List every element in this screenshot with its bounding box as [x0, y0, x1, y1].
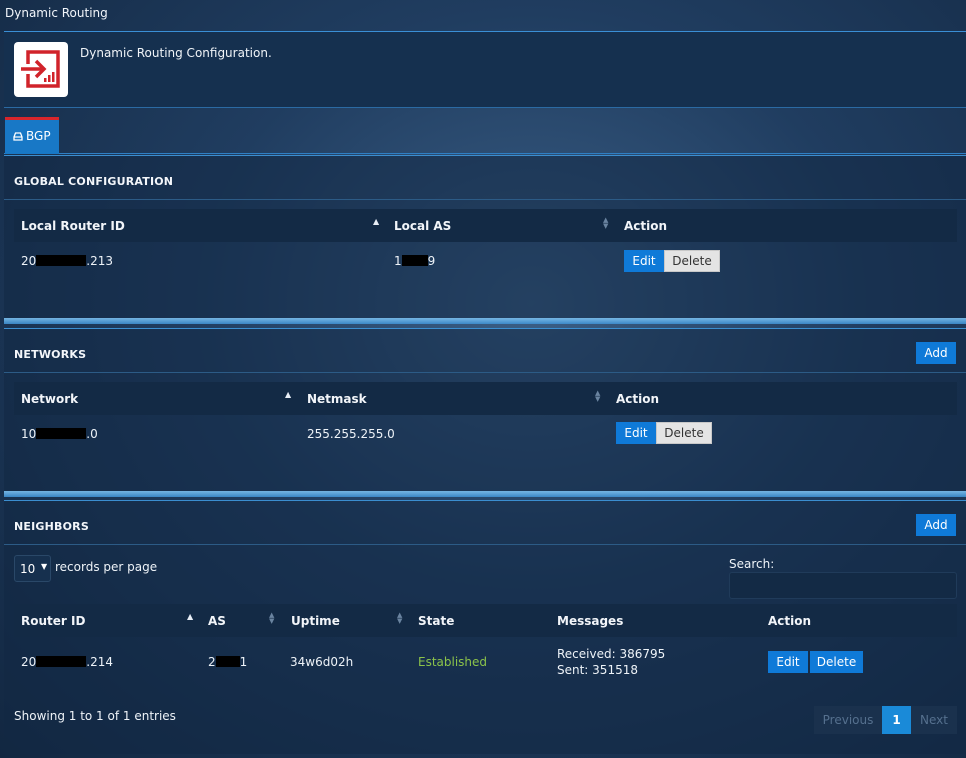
section-separator [4, 491, 966, 497]
router-id-prefix: 20 [21, 254, 37, 268]
page-size-value: 10 [20, 562, 36, 576]
global-configuration-title: GLOBAL CONFIGURATION [14, 175, 174, 188]
networks-title: NETWORKS [14, 348, 87, 361]
pagination-previous[interactable]: Previous [814, 706, 882, 734]
neighbors-add-button[interactable]: Add [916, 514, 956, 536]
col-network[interactable]: Network [21, 392, 78, 406]
neighbors-section: NEIGHBORS Add 10 ▼ records per page Sear… [4, 500, 966, 754]
redaction [215, 656, 240, 667]
col-uptime[interactable]: Uptime [291, 614, 340, 628]
network-prefix: 10 [21, 427, 37, 441]
sort-asc-icon[interactable]: ▲ [285, 390, 291, 399]
caret-down-icon: ▼ [41, 562, 48, 571]
redaction [36, 656, 87, 667]
tab-bar: BGP [4, 117, 966, 154]
col-action: Action [616, 392, 660, 406]
messages-sent: Sent: 351518 [557, 663, 638, 677]
sort-both-icon[interactable]: ▲ ▼ [603, 217, 608, 230]
neighbor-state-cell: Established [418, 655, 488, 669]
networks-section: NETWORKS Add Network ▲ Netmask ▲ ▼ Action… [4, 328, 966, 492]
col-action: Action [768, 614, 812, 628]
tab-bgp[interactable]: BGP [5, 117, 59, 154]
section-separator [4, 318, 966, 324]
col-state[interactable]: State [418, 614, 454, 628]
network-cell: 10.0 [21, 427, 98, 441]
col-action: Action [624, 219, 668, 233]
window-title: Dynamic Routing [5, 6, 108, 20]
network-suffix: .0 [86, 427, 98, 441]
neighbor-delete-button[interactable]: Delete [810, 651, 863, 673]
pagination-next[interactable]: Next [911, 706, 957, 734]
router-id-suffix: .213 [86, 254, 113, 268]
records-per-page-select[interactable]: 10 ▼ [14, 555, 51, 582]
neighbor-uptime-cell: 34w6d02h [290, 655, 354, 669]
neighbors-title: NEIGHBORS [14, 520, 89, 533]
as-suffix: 9 [427, 254, 436, 268]
sort-both-icon[interactable]: ▲ ▼ [595, 390, 600, 403]
neighbor-router-id-cell: 20 .214 [21, 655, 113, 669]
messages-received: Received: 386795 [557, 647, 666, 661]
redaction [401, 255, 428, 266]
redaction [36, 255, 87, 266]
tab-bgp-label: BGP [26, 129, 51, 143]
networks-add-button[interactable]: Add [916, 342, 956, 364]
global-table-header: Local Router ID ▲ Local AS ▲ ▼ Action [14, 209, 957, 242]
global-edit-button[interactable]: Edit [624, 250, 664, 272]
global-delete-button[interactable]: Delete [664, 250, 720, 272]
table-info: Showing 1 to 1 of 1 entries [14, 709, 176, 723]
networks-table-header: Network ▲ Netmask ▲ ▼ Action [14, 382, 957, 415]
netmask-cell: 255.255.255.0 [307, 427, 395, 441]
app-header: Dynamic Routing Configuration. [4, 31, 966, 108]
sort-asc-icon[interactable]: ▲ [187, 612, 193, 621]
col-router-id[interactable]: Router ID [21, 614, 85, 628]
sort-asc-icon[interactable]: ▲ [373, 217, 379, 226]
local-as-cell: 19 [394, 254, 435, 268]
as-suffix: 1 [239, 655, 248, 669]
as-prefix: 1 [394, 254, 402, 268]
router-id-prefix: 20 [21, 655, 37, 669]
network-delete-button[interactable]: Delete [656, 422, 712, 444]
col-local-router-id[interactable]: Local Router ID [21, 219, 125, 233]
hdd-icon [13, 132, 23, 141]
sort-both-icon[interactable]: ▲ ▼ [397, 612, 402, 625]
router-id-suffix: .214 [86, 655, 113, 669]
as-prefix: 2 [208, 655, 216, 669]
neighbor-edit-button[interactable]: Edit [768, 651, 808, 673]
redaction [36, 428, 87, 439]
network-edit-button[interactable]: Edit [616, 422, 656, 444]
col-netmask[interactable]: Netmask [307, 392, 367, 406]
global-configuration-section: GLOBAL CONFIGURATION Local Router ID ▲ L… [4, 155, 966, 319]
search-input[interactable] [729, 572, 957, 599]
col-messages: Messages [557, 614, 624, 628]
neighbors-table-header: Router ID ▲ AS ▲ ▼ Uptime ▲ ▼ State Messag… [14, 604, 957, 637]
pagination-page-1[interactable]: 1 [882, 706, 911, 734]
header-description: Dynamic Routing Configuration. [80, 46, 272, 60]
records-per-page-label: records per page [55, 560, 158, 574]
search-label: Search: [729, 557, 775, 571]
col-local-as[interactable]: Local AS [394, 219, 451, 233]
routing-app-icon [14, 42, 68, 97]
local-router-id-cell: 20 .213 [21, 254, 113, 268]
sort-both-icon[interactable]: ▲ ▼ [269, 612, 274, 625]
neighbor-as-cell: 21 [208, 655, 247, 669]
col-as[interactable]: AS [208, 614, 226, 628]
